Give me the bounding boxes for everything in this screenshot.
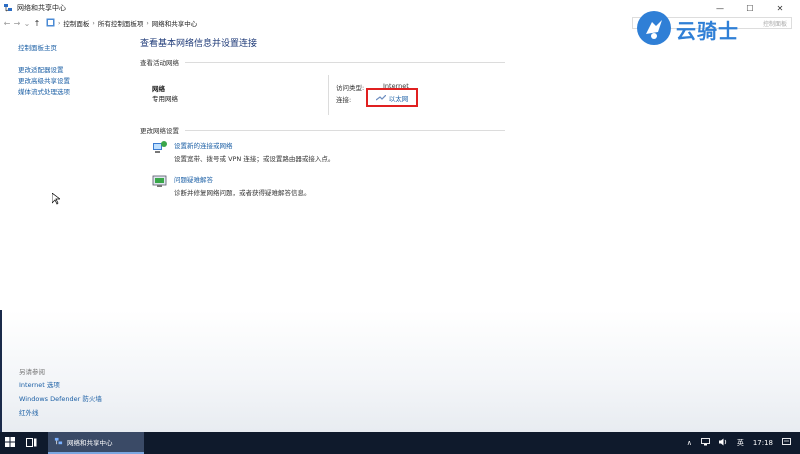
sidebar: 控制面板主页 更改适配器设置 更改高级共享设置 媒体流式处理选项: [18, 43, 70, 98]
section-title: 查看活动网络: [140, 59, 179, 67]
see-also-firewall[interactable]: Windows Defender 防火墙: [19, 392, 102, 406]
page-title: 查看基本网络信息并设置连接: [140, 39, 258, 49]
sidebar-item-media-streaming[interactable]: 媒体流式处理选项: [18, 87, 70, 98]
task-new-connection: 设置新的连接或网络 设置宽带、拨号或 VPN 连接；或设置路由器或接入点。: [152, 140, 334, 163]
taskbar-app-network-center[interactable]: 网络和共享中心: [48, 432, 144, 454]
breadcrumb-separator: ›: [146, 19, 149, 27]
see-also-section: 另请参阅 Internet 选项 Windows Defender 防火墙 红外…: [19, 366, 102, 420]
maximize-button[interactable]: ☐: [736, 0, 764, 16]
watermark-text: 云骑士: [676, 18, 739, 43]
window-title: 网络和共享中心: [17, 4, 66, 12]
breadcrumb-item[interactable]: 网络和共享中心: [152, 18, 198, 28]
network-center-icon: [54, 437, 63, 448]
network-center-icon: [3, 3, 13, 13]
task-view-button[interactable]: [20, 432, 42, 454]
new-connection-icon: [152, 140, 168, 154]
sidebar-item-advanced-sharing[interactable]: 更改高级共享设置: [18, 76, 70, 87]
see-also-infrared[interactable]: 红外线: [19, 406, 102, 420]
control-panel-icon: [46, 18, 55, 29]
search-placeholder: 控制面板: [762, 20, 787, 28]
network-type: 专用网络: [152, 95, 178, 103]
network-tray-icon[interactable]: [700, 438, 710, 448]
system-tray: ∧ 英 17:18: [687, 432, 800, 454]
volume-icon[interactable]: [718, 438, 728, 448]
window-edge: [0, 310, 2, 432]
breadcrumb-item[interactable]: 所有控制面板项: [98, 18, 144, 28]
taskbar-app-label: 网络和共享中心: [67, 439, 113, 447]
troubleshoot-icon: [152, 174, 168, 188]
breadcrumb-item[interactable]: 控制面板: [63, 18, 89, 28]
recent-locations-icon[interactable]: ⌄: [22, 17, 32, 29]
connection-label: 连接:: [336, 96, 352, 104]
see-also-heading: 另请参阅: [19, 368, 45, 376]
start-button[interactable]: [0, 432, 20, 454]
see-also-internet-options[interactable]: Internet 选项: [19, 378, 102, 392]
troubleshoot-desc: 诊断并修复网络问题，或者获得疑难解答信息。: [174, 189, 311, 197]
close-button[interactable]: ✕: [766, 0, 794, 16]
setup-connection-desc: 设置宽带、拨号或 VPN 连接；或设置路由器或接入点。: [174, 155, 335, 163]
divider: [328, 75, 329, 115]
sidebar-item-control-panel-home[interactable]: 控制面板主页: [18, 43, 70, 54]
task-view-icon: [25, 437, 37, 449]
clock[interactable]: 17:18: [753, 439, 773, 447]
task-troubleshoot: 问题疑难解答 诊断并修复网络问题，或者获得疑难解答信息。: [152, 174, 311, 197]
up-arrow-icon[interactable]: ↑: [32, 17, 42, 29]
taskbar: 网络和共享中心 ∧ 英 17:18: [0, 432, 800, 454]
main-content: 查看基本网络信息并设置连接 查看活动网络 网络 专用网络 访问类型: Inter…: [140, 36, 505, 135]
ethernet-connection-link[interactable]: 以太网: [366, 88, 418, 107]
ethernet-icon: [375, 94, 387, 101]
watermark-logo: 云骑士: [636, 10, 739, 48]
windows-logo-icon: [5, 437, 15, 449]
network-name: 网络: [152, 85, 165, 93]
change-settings-section-header: 更改网络设置: [140, 125, 505, 135]
active-network-panel: 网络 专用网络 访问类型: Internet 连接: 以太网: [140, 75, 505, 115]
ethernet-link-label: 以太网: [388, 94, 409, 103]
forward-arrow-icon[interactable]: →: [12, 17, 22, 29]
ime-indicator[interactable]: 英: [737, 438, 744, 448]
notification-icon[interactable]: [782, 438, 791, 448]
back-arrow-icon[interactable]: ←: [2, 17, 12, 29]
tray-expand-icon[interactable]: ∧: [687, 439, 692, 447]
divider: [185, 129, 505, 131]
mouse-cursor-icon: [51, 192, 62, 207]
sidebar-item-adapter-settings[interactable]: 更改适配器设置: [18, 65, 70, 76]
active-network-section-header: 查看活动网络: [140, 57, 505, 67]
breadcrumb-separator: ›: [92, 19, 95, 27]
breadcrumb: › 控制面板 › 所有控制面板项 › 网络和共享中心: [46, 18, 197, 29]
breadcrumb-separator: ›: [58, 19, 61, 27]
access-type-label: 访问类型:: [336, 84, 365, 92]
section-title: 更改网络设置: [140, 127, 179, 135]
divider: [185, 61, 505, 63]
troubleshoot-link[interactable]: 问题疑难解答: [174, 174, 311, 184]
setup-connection-link[interactable]: 设置新的连接或网络: [174, 140, 334, 150]
desktop-background: [0, 310, 800, 432]
knight-logo-icon: [636, 10, 672, 48]
